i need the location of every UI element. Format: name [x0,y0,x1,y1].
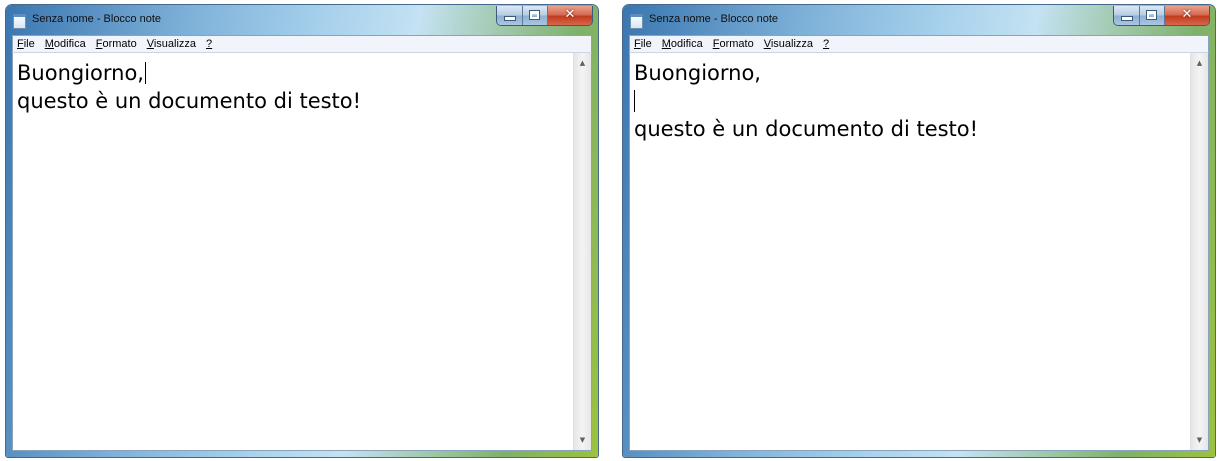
vertical-scrollbar[interactable]: ▲ ▼ [1190,53,1208,450]
scroll-up-icon[interactable]: ▲ [1191,55,1208,71]
text-line: questo è un documento di testo! [17,89,362,113]
text-caret [144,62,146,84]
menu-visualizza[interactable]: Visualizza [147,38,196,50]
close-icon: ✕ [1181,7,1193,22]
title-bar[interactable]: Senza nome - Blocco note ✕ [623,5,1215,35]
window-title: Senza nome - Blocco note [32,13,162,25]
close-button[interactable]: ✕ [1165,6,1209,25]
menu-formato[interactable]: Formato [96,38,137,50]
text-line: questo è un documento di testo! [634,117,979,141]
close-icon: ✕ [564,7,576,22]
title-bar[interactable]: Senza nome - Blocco note ✕ [6,5,598,35]
maximize-icon [530,11,539,19]
vertical-scrollbar[interactable]: ▲ ▼ [573,53,591,450]
notepad-window-right: Senza nome - Blocco note ✕ File Modifica… [622,4,1216,458]
text-editor[interactable]: Buongiorno, questo è un documento di tes… [12,53,592,451]
maximize-icon [1147,11,1156,19]
caption-buttons: ✕ [1113,6,1210,26]
text-caret [634,90,635,112]
minimize-icon [1122,17,1132,20]
menu-modifica[interactable]: Modifica [45,38,86,50]
notepad-app-icon[interactable] [13,14,26,29]
notepad-app-icon[interactable] [630,14,643,29]
menu-visualizza[interactable]: Visualizza [764,38,813,50]
menu-help[interactable]: ? [206,38,212,50]
notepad-window-left: Senza nome - Blocco note ✕ File Modifica… [5,4,599,458]
window-title: Senza nome - Blocco note [649,13,779,25]
text-area[interactable]: Buongiorno, questo è un documento di tes… [13,53,573,450]
caption-buttons: ✕ [496,6,593,26]
minimize-icon [505,17,515,20]
minimize-button[interactable] [497,6,523,25]
close-button[interactable]: ✕ [548,6,592,25]
text-line: Buongiorno, [634,61,761,85]
menu-file[interactable]: File [17,38,35,50]
menu-modifica[interactable]: Modifica [662,38,703,50]
scroll-down-icon[interactable]: ▼ [574,432,591,448]
menu-file[interactable]: File [634,38,652,50]
maximize-button[interactable] [1140,6,1165,25]
text-line [634,87,1190,115]
text-editor[interactable]: Buongiorno, questo è un documento di tes… [629,53,1209,451]
menu-formato[interactable]: Formato [713,38,754,50]
menu-help[interactable]: ? [823,38,829,50]
text-area[interactable]: Buongiorno, questo è un documento di tes… [630,53,1190,450]
scroll-down-icon[interactable]: ▼ [1191,432,1208,448]
scroll-up-icon[interactable]: ▲ [574,55,591,71]
text-line: Buongiorno, [17,61,146,85]
menu-bar: File Modifica Formato Visualizza ? [629,35,1209,53]
minimize-button[interactable] [1114,6,1140,25]
maximize-button[interactable] [523,6,548,25]
menu-bar: File Modifica Formato Visualizza ? [12,35,592,53]
